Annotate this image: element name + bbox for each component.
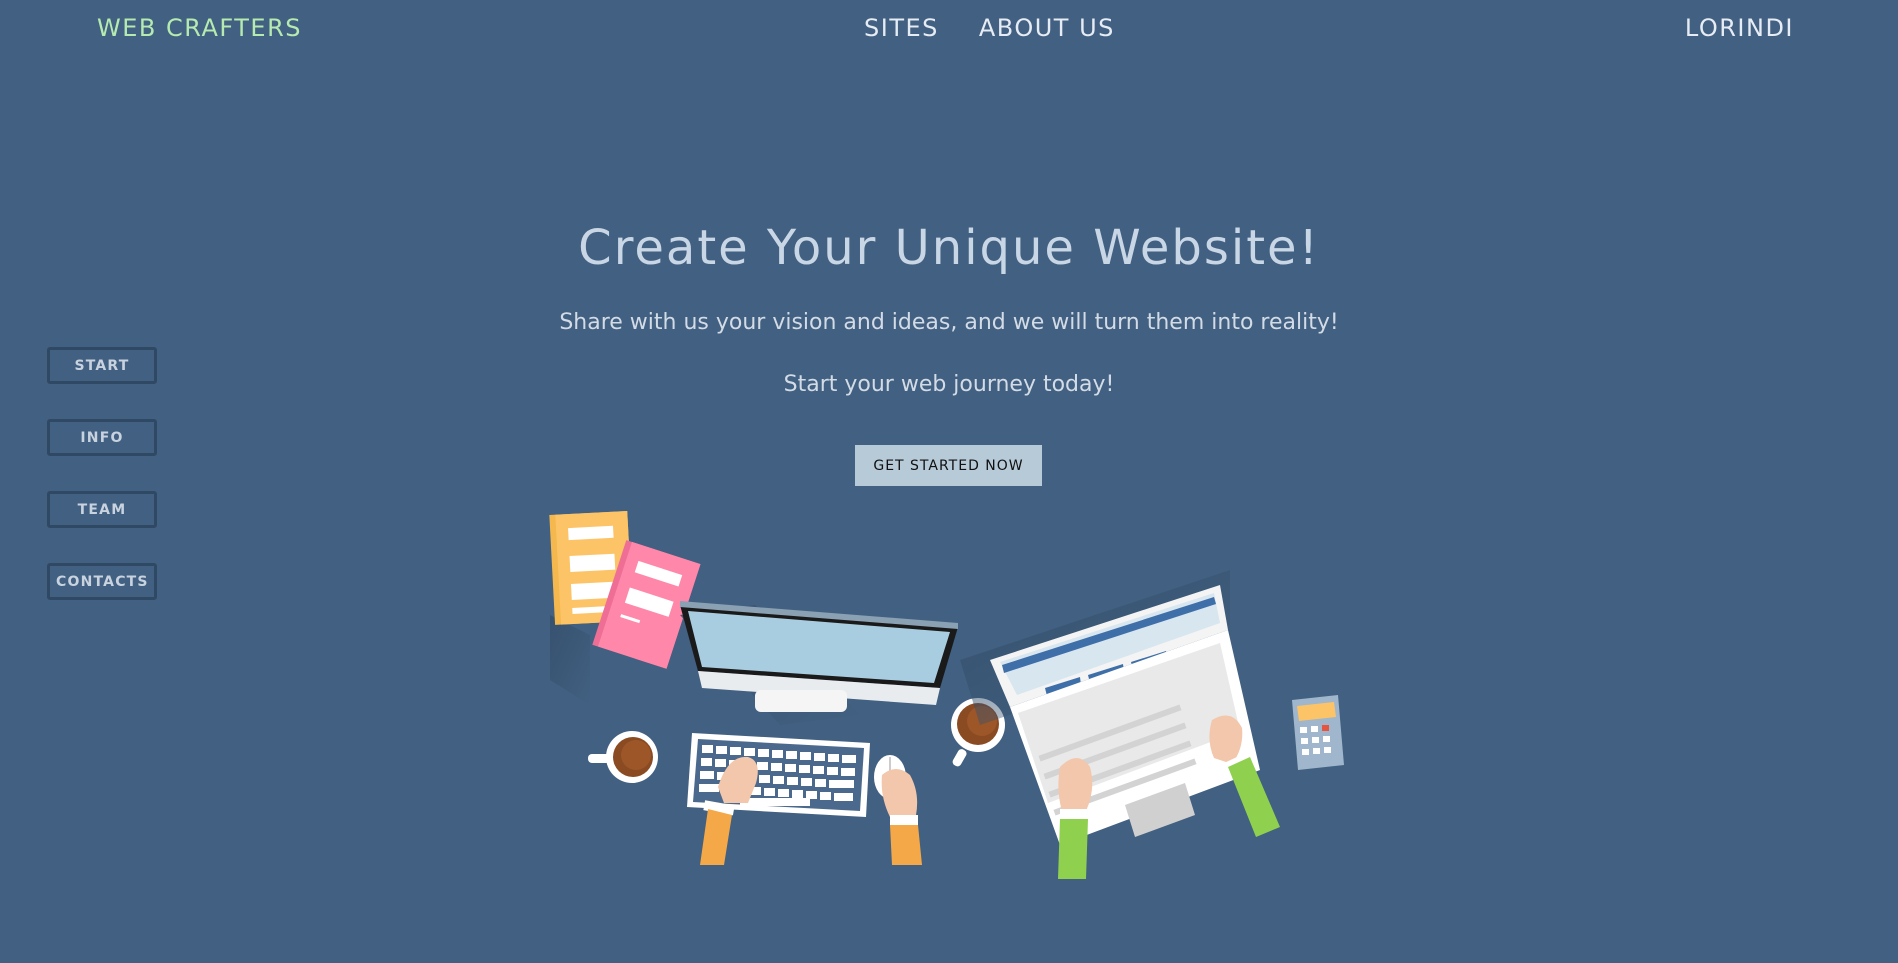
- main-nav: SITES ABOUT US: [864, 14, 1115, 42]
- coffee-cup-icon: [588, 731, 658, 783]
- hand-icon: [1058, 758, 1093, 879]
- user-account-link[interactable]: LORINDI: [1685, 14, 1794, 42]
- calculator-icon: [1292, 695, 1344, 770]
- side-nav-team-button[interactable]: TEAM: [47, 491, 157, 528]
- nav-link-sites[interactable]: SITES: [864, 14, 939, 42]
- hero-subtitle: Share with us your vision and ideas, and…: [559, 310, 1339, 335]
- hero-title: Create Your Unique Website!: [578, 220, 1320, 276]
- workspace-illustration: [549, 510, 1344, 879]
- top-navbar: WEB CRAFTERS SITES ABOUT US LORINDI: [0, 0, 1898, 60]
- side-nav-contacts-button[interactable]: CONTACTS: [47, 563, 157, 600]
- hero-tagline: Start your web journey today!: [783, 372, 1115, 397]
- laptop-icon: [960, 570, 1260, 845]
- get-started-button[interactable]: GET STARTED NOW: [855, 445, 1042, 486]
- nav-link-about-us[interactable]: ABOUT US: [979, 14, 1115, 42]
- side-nav-info-button[interactable]: INFO: [47, 419, 157, 456]
- monitor-icon: [680, 601, 958, 725]
- hand-icon: [881, 769, 922, 865]
- brand-logo-link[interactable]: WEB CRAFTERS: [97, 14, 302, 42]
